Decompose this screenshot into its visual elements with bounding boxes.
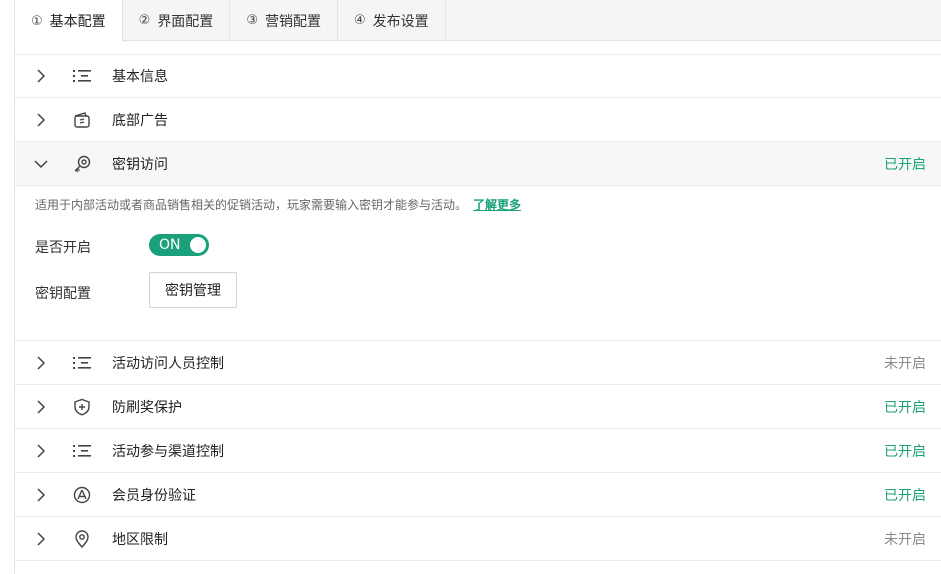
shield-plus-icon xyxy=(67,398,112,416)
page: ① 基本配置 ② 界面配置 ③ 营销配置 ④ 发布设置 基本信息 底部广告 密钥… xyxy=(0,0,941,574)
location-pin-icon xyxy=(67,529,112,548)
tab-step-number: ② xyxy=(138,13,151,28)
key-access-panel: 适用于内部活动或者商品销售相关的促销活动，玩家需要输入密钥才能参与活动。 了解更多… xyxy=(15,186,941,341)
tab-basic-config[interactable]: ① 基本配置 xyxy=(15,0,123,42)
tab-step-number: ① xyxy=(31,13,43,29)
tab-marketing-config[interactable]: ③ 营销配置 xyxy=(230,0,338,41)
section-label: 基本信息 xyxy=(112,69,168,85)
status-disabled: 未开启 xyxy=(884,355,926,372)
section-label: 地区限制 xyxy=(112,531,168,548)
tab-label: 发布设置 xyxy=(372,13,429,30)
chevron-right-icon xyxy=(15,355,67,370)
enable-field-label: 是否开启 xyxy=(35,240,91,256)
tab-ui-config[interactable]: ② 界面配置 xyxy=(123,0,231,41)
list-icon xyxy=(67,69,112,83)
status-enabled: 已开启 xyxy=(884,156,926,173)
tab-label: 界面配置 xyxy=(157,13,214,30)
section-label: 活动参与渠道控制 xyxy=(112,443,224,460)
tab-publish-settings[interactable]: ④ 发布设置 xyxy=(338,0,446,41)
section-row-key-access[interactable]: 密钥访问 已开启 xyxy=(15,142,941,186)
tab-label: 基本配置 xyxy=(49,14,106,30)
list-icon xyxy=(67,444,112,458)
section-row-basic-info[interactable]: 基本信息 xyxy=(15,54,941,98)
section-row-visitor-control[interactable]: 活动访问人员控制 未开启 xyxy=(15,341,941,385)
chevron-right-icon xyxy=(15,443,67,458)
user-verify-icon xyxy=(67,486,112,504)
key-search-icon xyxy=(67,155,112,173)
toggle-text: ON xyxy=(159,237,181,253)
section-row-bottom-ad[interactable]: 底部广告 xyxy=(15,98,941,142)
panel-description-text: 适用于内部活动或者商品销售相关的促销活动，玩家需要输入密钥才能参与活动。 xyxy=(35,198,468,212)
section-label: 防刷奖保护 xyxy=(112,399,182,416)
section-label: 会员身份验证 xyxy=(112,487,196,504)
key-manage-button[interactable]: 密钥管理 xyxy=(149,272,237,308)
status-enabled: 已开启 xyxy=(884,443,926,460)
chevron-down-icon xyxy=(15,159,67,169)
chevron-right-icon xyxy=(15,487,67,502)
section-row-member-verify[interactable]: 会员身份验证 已开启 xyxy=(15,473,941,517)
key-config-label: 密钥配置 xyxy=(35,286,91,302)
list-icon xyxy=(67,356,112,370)
status-enabled: 已开启 xyxy=(884,487,926,504)
step-tabs: ① 基本配置 ② 界面配置 ③ 营销配置 ④ 发布设置 xyxy=(15,0,941,42)
chevron-right-icon xyxy=(15,531,67,546)
tab-step-number: ③ xyxy=(246,13,258,28)
status-disabled: 未开启 xyxy=(884,531,926,548)
section-label: 底部广告 xyxy=(112,112,168,129)
config-section-list: 基本信息 底部广告 密钥访问 已开启 适用于内部活动或者商品销售相关的促销活动，… xyxy=(15,54,941,561)
ad-card-icon xyxy=(67,111,112,129)
tab-label: 营销配置 xyxy=(264,13,321,30)
chevron-right-icon xyxy=(15,69,67,83)
toggle-knob xyxy=(190,237,206,253)
chevron-right-icon xyxy=(15,399,67,414)
section-row-anti-fraud[interactable]: 防刷奖保护 已开启 xyxy=(15,385,941,429)
panel-description: 适用于内部活动或者商品销售相关的促销活动，玩家需要输入密钥才能参与活动。 了解更多 xyxy=(35,196,521,213)
chevron-right-icon xyxy=(15,112,67,127)
section-row-region-limit[interactable]: 地区限制 未开启 xyxy=(15,517,941,561)
section-row-channel-control[interactable]: 活动参与渠道控制 已开启 xyxy=(15,429,941,473)
status-enabled: 已开启 xyxy=(884,399,926,416)
enable-toggle[interactable]: ON xyxy=(149,234,209,256)
tab-step-number: ④ xyxy=(353,13,366,28)
learn-more-link[interactable]: 了解更多 xyxy=(473,198,521,212)
section-label: 密钥访问 xyxy=(112,156,168,173)
section-label: 活动访问人员控制 xyxy=(112,355,224,372)
